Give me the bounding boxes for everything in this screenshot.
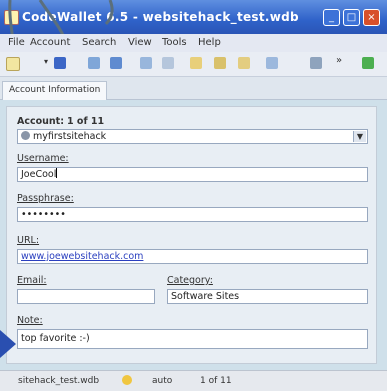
category-field[interactable]: Software Sites xyxy=(167,289,368,304)
menu-bar: File Account Search View Tools Help xyxy=(0,34,387,52)
note-value: top favorite :-) xyxy=(21,333,90,344)
filter-icon[interactable] xyxy=(162,57,174,69)
tab-strip: Account Information xyxy=(0,77,387,100)
account-panel: Account: 1 of 11 myfirstsitehack ▼ Usern… xyxy=(6,106,377,364)
url-field[interactable]: www.joewebsitehack.com xyxy=(17,249,368,264)
category-value: Software Sites xyxy=(171,291,240,302)
status-position: 1 of 11 xyxy=(200,376,232,386)
menu-help[interactable]: Help xyxy=(198,37,221,48)
url-label: URL: xyxy=(17,235,40,246)
corner-decoration xyxy=(0,330,16,358)
account-label: Account: xyxy=(17,116,65,127)
menu-tools[interactable]: Tools xyxy=(162,37,187,48)
green-icon[interactable] xyxy=(362,57,374,69)
lock-icon xyxy=(122,375,132,385)
folder-open-icon[interactable] xyxy=(238,57,250,69)
url-value: www.joewebsitehack.com xyxy=(21,251,144,262)
tab-account-information[interactable]: Account Information xyxy=(2,81,108,100)
account-select[interactable]: myfirstsitehack ▼ xyxy=(17,129,368,144)
toolbar: ▾ » xyxy=(0,52,387,77)
username-value: JoeCool xyxy=(21,169,57,180)
list-icon[interactable] xyxy=(140,57,152,69)
text-caret xyxy=(56,168,58,178)
note-field[interactable]: top favorite :-) xyxy=(17,329,368,349)
category-label: Category: xyxy=(167,275,213,286)
note-label: Note: xyxy=(17,315,43,326)
status-mode: auto xyxy=(152,376,173,386)
account-position: 1 of 11 xyxy=(67,116,105,127)
username-label: Username: xyxy=(17,153,69,164)
passphrase-label: Passphrase: xyxy=(17,193,74,204)
title-bar: CodeWallet 6.5 - websitehack_test.wdb _ … xyxy=(0,0,387,34)
dropdown-icon[interactable]: ▾ xyxy=(44,57,49,69)
menu-file[interactable]: File xyxy=(8,37,25,48)
save-icon[interactable] xyxy=(54,57,66,69)
email-field[interactable] xyxy=(17,289,155,304)
app-icon xyxy=(4,10,19,25)
menu-view[interactable]: View xyxy=(128,37,152,48)
account-icon xyxy=(21,131,30,140)
email-label: Email: xyxy=(17,275,47,286)
options-icon[interactable] xyxy=(310,57,322,69)
menu-account[interactable]: Account xyxy=(30,37,70,48)
folder-icon[interactable] xyxy=(190,57,202,69)
account-select-value: myfirstsitehack xyxy=(33,131,107,142)
passphrase-field[interactable]: •••••••• xyxy=(17,207,368,222)
close-button[interactable]: × xyxy=(363,9,380,26)
chevron-down-icon[interactable]: ▼ xyxy=(353,131,366,142)
maximize-button[interactable]: □ xyxy=(343,9,360,26)
status-bar: sitehack_test.wdb auto 1 of 11 xyxy=(0,370,387,391)
window-title: CodeWallet 6.5 - websitehack_test.wdb xyxy=(22,10,299,24)
username-field[interactable]: JoeCool xyxy=(17,167,368,182)
folder-add-icon[interactable] xyxy=(214,57,226,69)
status-file: sitehack_test.wdb xyxy=(18,376,100,386)
passphrase-value: •••••••• xyxy=(21,209,66,220)
copy-icon[interactable] xyxy=(88,57,100,69)
page-icon[interactable] xyxy=(266,57,278,69)
paste-icon[interactable] xyxy=(110,57,122,69)
more-icon[interactable]: » xyxy=(336,55,348,67)
minimize-button[interactable]: _ xyxy=(323,9,340,26)
menu-search[interactable]: Search xyxy=(82,37,116,48)
new-icon[interactable] xyxy=(6,57,20,71)
